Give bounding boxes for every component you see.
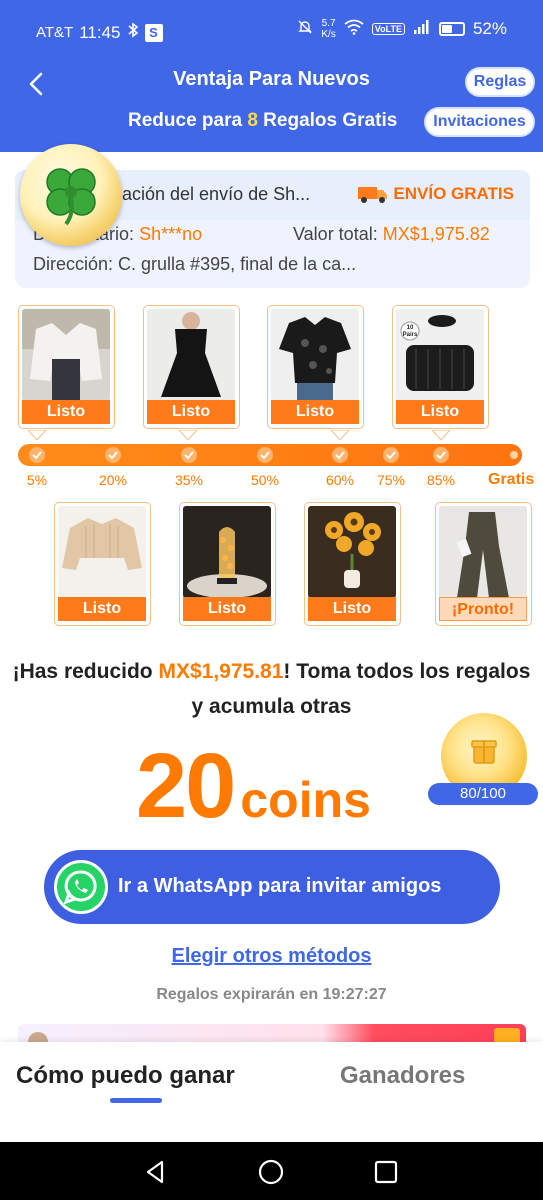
- pointer-triangle: [28, 430, 46, 440]
- back-triangle-icon[interactable]: [142, 1158, 170, 1186]
- tab-how-to-earn[interactable]: Cómo puedo ganar: [16, 1062, 235, 1090]
- whatsapp-button-label: Ir a WhatsApp para invitar amigos: [118, 875, 442, 897]
- progress-step-label: 60%: [325, 472, 355, 488]
- page-title: Ventaja Para Nuevos: [173, 68, 370, 90]
- volte-badge: VoLTE: [371, 23, 405, 35]
- product-image-lace-top: [271, 309, 359, 401]
- header: AT&T 11:45 S 5.7K/s VoLTE 52% Ventaja P: [0, 0, 543, 152]
- product-image-flower-lamp: [183, 506, 271, 598]
- progress-end-label: Gratis: [488, 471, 535, 488]
- gift-product-5[interactable]: Listo: [54, 502, 151, 626]
- product-image-flare-pants: [439, 506, 527, 598]
- gift-product-8[interactable]: ¡Pronto!: [435, 502, 532, 626]
- progress-step-label: 75%: [376, 472, 406, 488]
- gift-product-7[interactable]: Listo: [304, 502, 401, 626]
- check-icon: [332, 447, 348, 463]
- tab-winners[interactable]: Ganadores: [340, 1062, 465, 1090]
- coin-progress-badge: 80/100: [428, 783, 538, 805]
- product-image-knit-sweater: [58, 506, 146, 598]
- battery-percent: 52%: [472, 19, 507, 38]
- battery-icon: [438, 22, 465, 36]
- shipping-title: rmación del envío de Sh...: [101, 184, 311, 204]
- recents-square-icon[interactable]: [372, 1158, 400, 1186]
- progress-step-label: 85%: [426, 472, 456, 488]
- end-dot: [510, 451, 518, 459]
- ready-tag: Listo: [147, 400, 235, 424]
- system-nav-bar: [0, 1142, 543, 1200]
- ready-tag: Listo: [396, 400, 484, 424]
- check-icon: [29, 447, 45, 463]
- other-methods-link[interactable]: Elegir otros métodos: [0, 945, 543, 968]
- signal-icon: [413, 19, 431, 40]
- clock: 11:45: [79, 22, 121, 42]
- ready-tag: Listo: [183, 597, 271, 621]
- check-icon: [433, 447, 449, 463]
- check-icon: [105, 447, 121, 463]
- page-subtitle: Reduce para 8 Regalos Gratis: [128, 110, 398, 131]
- gift-product-1[interactable]: Listo: [18, 305, 115, 429]
- invitations-button[interactable]: Invitaciones: [424, 107, 535, 137]
- status-bar: AT&T 11:45 S 5.7 K/s VoLTE 52%: [0, 14, 543, 48]
- pointer-triangle: [432, 430, 450, 440]
- free-shipping-badge: ENVÍO GRATIS: [357, 184, 514, 204]
- rules-button[interactable]: Reglas: [465, 67, 535, 97]
- truck-icon: [357, 184, 389, 204]
- product-image-socks: 10 Pairs: [396, 309, 484, 401]
- check-icon: [257, 447, 273, 463]
- coins-number: 20: [136, 735, 236, 837]
- progress-step-label: 50%: [250, 472, 280, 488]
- s-app-icon: S: [144, 23, 163, 42]
- ready-tag: Listo: [22, 400, 110, 424]
- progress-step-label: 35%: [174, 472, 204, 488]
- product-image-cardigan: [22, 309, 110, 401]
- product-image-black-dress: [147, 309, 235, 401]
- carrier-label: AT&T: [36, 24, 74, 41]
- network-speed: 5.7 K/s: [321, 18, 336, 40]
- coins-label: coins: [240, 772, 371, 828]
- whatsapp-icon: [54, 860, 108, 914]
- ready-tag: Listo: [308, 597, 396, 621]
- coming-soon-tag: ¡Pronto!: [439, 597, 527, 621]
- ready-tag: Listo: [58, 597, 146, 621]
- check-icon: [383, 447, 399, 463]
- expiration-timer: Regalos expirarán en 19:27:27: [156, 986, 387, 1003]
- address: Dirección: C. grulla #395, final de la c…: [33, 254, 357, 274]
- tab-bar: Cómo puedo ganar Ganadores: [0, 1042, 543, 1142]
- whatsapp-invite-button[interactable]: Ir a WhatsApp para invitar amigos: [44, 850, 500, 924]
- progress-track: [18, 444, 522, 466]
- mute-icon: [297, 19, 313, 40]
- gift-product-3[interactable]: Listo: [267, 305, 364, 429]
- active-tab-indicator: [110, 1098, 162, 1103]
- home-circle-icon[interactable]: [257, 1158, 285, 1186]
- coins-amount: 20 coins: [136, 734, 371, 839]
- bluetooth-icon: [127, 22, 139, 43]
- gift-product-6[interactable]: Listo: [179, 502, 276, 626]
- pointer-triangle: [331, 430, 349, 440]
- pointer-triangle: [179, 430, 197, 440]
- progress-step-label: 5%: [26, 472, 48, 488]
- total-value: Valor total: MX$1,975.82: [293, 224, 490, 244]
- product-image-sunflower-lamp: [308, 506, 396, 598]
- pairs-label: 10 Pairs: [402, 325, 418, 338]
- clover-icon: [20, 144, 122, 246]
- ready-tag: Listo: [271, 400, 359, 424]
- progress-step-label: 20%: [98, 472, 128, 488]
- gift-product-2[interactable]: Listo: [143, 305, 240, 429]
- gift-product-4[interactable]: 10 Pairs Listo: [392, 305, 489, 429]
- check-icon: [181, 447, 197, 463]
- wifi-icon: [344, 19, 364, 40]
